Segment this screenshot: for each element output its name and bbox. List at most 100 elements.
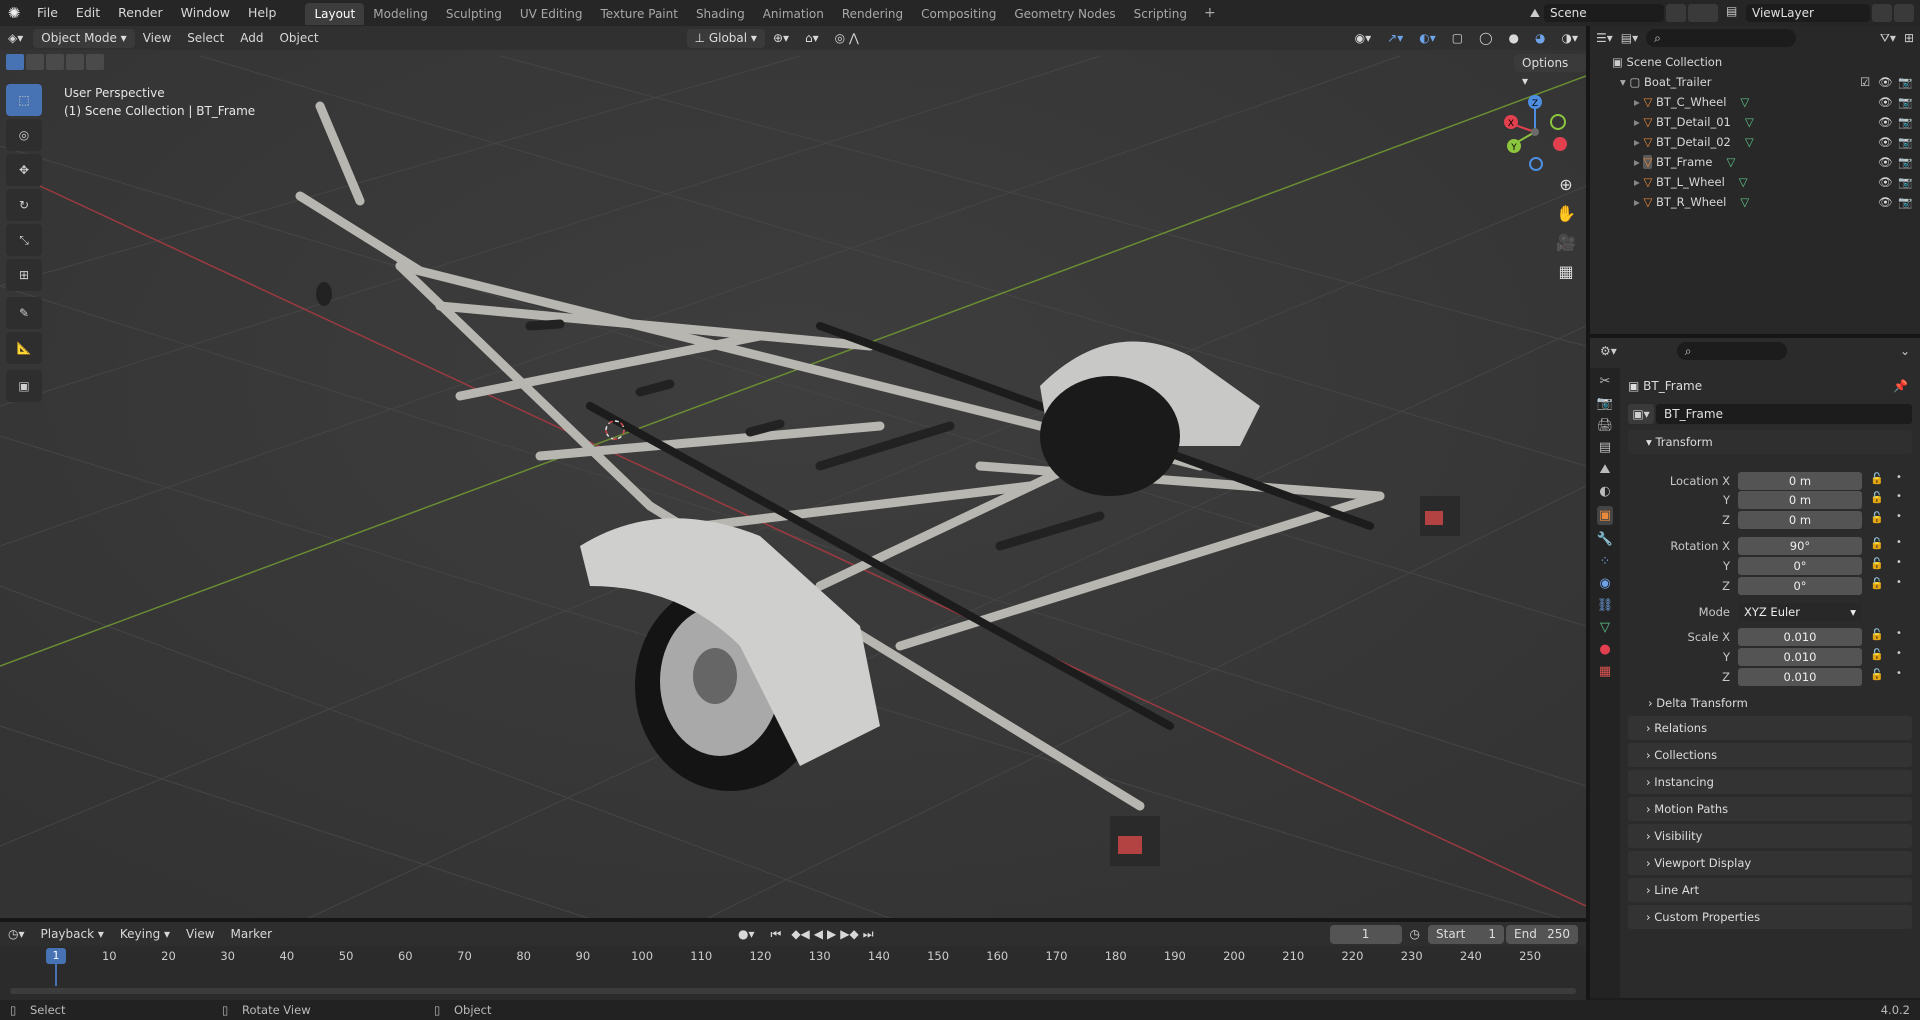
filter-icon[interactable]: ⛛▾ xyxy=(1880,31,1896,46)
render-camera-icon[interactable]: 📷 xyxy=(1898,92,1912,112)
collection-checkbox[interactable]: ☑ xyxy=(1860,72,1870,92)
timeline-editor-icon[interactable]: ◷▾ xyxy=(0,922,33,946)
output-tab-icon[interactable]: 🖨 xyxy=(1597,418,1614,433)
object-tab-icon[interactable]: ▣ xyxy=(1596,506,1614,525)
lock-icon[interactable]: 🔓 xyxy=(1870,648,1884,661)
new-scene-icon[interactable] xyxy=(1666,4,1686,22)
outliner-object-row[interactable]: ▸ ▽ BT_R_Wheel ▽ 👁 📷 xyxy=(1590,192,1920,212)
select-box-tool-icon[interactable]: ⬚ xyxy=(6,84,42,116)
play-icon[interactable]: ▶ xyxy=(825,922,838,946)
ortho-grid-icon[interactable]: ▦ xyxy=(1551,257,1581,286)
transform-tool-icon[interactable]: ⊞ xyxy=(6,259,42,291)
menu-select[interactable]: Select xyxy=(179,26,232,50)
measure-tool-icon[interactable]: 📐 xyxy=(6,332,42,364)
expand-icon[interactable]: ▸ xyxy=(1634,155,1640,169)
blender-logo-icon[interactable]: ✺ xyxy=(0,4,28,22)
visibility-eye-icon[interactable]: 👁 xyxy=(1878,192,1893,212)
keyframe-dot-icon[interactable]: • xyxy=(1896,472,1902,483)
tab-rendering[interactable]: Rendering xyxy=(833,3,912,25)
location-y-field[interactable]: 0 m xyxy=(1738,491,1862,509)
overlay-toggle-icon[interactable]: ◐▾ xyxy=(1411,26,1444,50)
panel-viewport-display[interactable]: › Viewport Display xyxy=(1628,851,1912,875)
scene-field[interactable]: Scene xyxy=(1544,4,1664,22)
tab-geometry-nodes[interactable]: Geometry Nodes xyxy=(1005,3,1124,25)
location-x-field[interactable]: 0 m xyxy=(1738,472,1862,490)
properties-search-input[interactable]: ⌕ xyxy=(1676,342,1787,360)
scene-tab-icon[interactable]: ⛰ xyxy=(1600,462,1611,477)
view-layer-icon[interactable]: ▤ xyxy=(1726,4,1746,22)
visibility-eye-icon[interactable]: 👁 xyxy=(1878,112,1893,132)
mode-dropdown[interactable]: Object Mode ▾ xyxy=(33,28,135,48)
prev-keyframe-icon[interactable]: ◆◀ xyxy=(789,922,811,946)
menu-view[interactable]: View xyxy=(135,26,179,50)
render-camera-icon[interactable]: 📷 xyxy=(1898,152,1912,172)
rotation-mode-dropdown[interactable]: XYZ Euler ▾ xyxy=(1738,603,1862,621)
3d-viewport[interactable]: ◈▾ Object Mode ▾ View Select Add Object … xyxy=(0,26,1586,922)
new-collection-icon[interactable]: ⊞ xyxy=(1904,31,1914,45)
visibility-eye-icon[interactable]: 👁 xyxy=(1878,132,1893,152)
scene-icon[interactable]: ⛰ xyxy=(1530,6,1540,21)
pan-hand-icon[interactable]: ✋ xyxy=(1551,199,1581,228)
panel-visibility[interactable]: › Visibility xyxy=(1628,824,1912,848)
render-tab-icon[interactable]: 📷 xyxy=(1597,396,1613,411)
tab-uv-editing[interactable]: UV Editing xyxy=(511,3,592,25)
render-camera-icon[interactable]: 📷 xyxy=(1898,172,1912,192)
modifier-tab-icon[interactable]: 🔧 xyxy=(1597,532,1613,547)
panel-line-art[interactable]: › Line Art xyxy=(1628,878,1912,902)
keyframe-dot-icon[interactable]: • xyxy=(1896,628,1902,639)
editor-type-icon[interactable]: ◈▾ xyxy=(0,26,31,50)
panel-instancing[interactable]: › Instancing xyxy=(1628,770,1912,794)
select-intersect-icon[interactable] xyxy=(86,54,104,70)
rotation-z-field[interactable]: 0° xyxy=(1738,577,1862,595)
transform-orientation-dropdown[interactable]: ⊥ Global ▾ xyxy=(686,28,765,48)
rotation-y-field[interactable]: 0° xyxy=(1738,557,1862,575)
keyframe-dot-icon[interactable]: • xyxy=(1896,668,1902,679)
world-tab-icon[interactable]: ◐ xyxy=(1599,484,1610,499)
play-reverse-icon[interactable]: ◀ xyxy=(812,922,825,946)
texture-tab-icon[interactable]: ▦ xyxy=(1599,664,1611,679)
view-layer-tab-icon[interactable]: ▤ xyxy=(1599,440,1611,455)
outliner-object-row[interactable]: ▸ ▽ BT_Detail_01 ▽ 👁 📷 xyxy=(1590,112,1920,132)
tab-shading[interactable]: Shading xyxy=(687,3,754,25)
gizmo-toggle-icon[interactable]: ↗▾ xyxy=(1379,26,1411,50)
scale-x-field[interactable]: 0.010 xyxy=(1738,628,1862,646)
outliner-object-row[interactable]: ▸ ▽ BT_C_Wheel ▽ 👁 📷 xyxy=(1590,92,1920,112)
visibility-eye-icon[interactable]: 👁 xyxy=(1878,152,1893,172)
current-frame-field[interactable]: 1 xyxy=(1329,924,1402,944)
lock-icon[interactable]: 🔓 xyxy=(1870,668,1884,681)
scale-y-field[interactable]: 0.010 xyxy=(1738,648,1862,666)
options-dropdown[interactable]: Options ▾ xyxy=(1514,54,1586,88)
view-layer-field[interactable]: ViewLayer xyxy=(1746,4,1870,22)
menu-playback[interactable]: Playback ▾ xyxy=(33,922,112,946)
data-tab-icon[interactable]: ▽ xyxy=(1600,620,1610,635)
tab-layout[interactable]: Layout xyxy=(305,3,365,25)
jump-end-icon[interactable]: ⏭ xyxy=(861,922,876,946)
outliner-search-input[interactable]: ⌕ xyxy=(1646,29,1797,47)
keyframe-dot-icon[interactable]: • xyxy=(1896,537,1902,548)
lock-icon[interactable]: 🔓 xyxy=(1870,628,1884,641)
outliner-collection-row[interactable]: ▾ ▢ Boat_Trailer ☑ 👁 📷 xyxy=(1590,72,1920,92)
panel-collections[interactable]: › Collections xyxy=(1628,743,1912,767)
playhead[interactable]: 1 xyxy=(46,948,66,964)
visibility-eye-icon[interactable]: 👁 xyxy=(1878,72,1893,92)
menu-marker[interactable]: Marker xyxy=(223,922,280,946)
pin-icon[interactable]: 📌 xyxy=(1893,376,1908,396)
lock-icon[interactable]: 🔓 xyxy=(1870,557,1884,570)
scale-z-field[interactable]: 0.010 xyxy=(1738,668,1862,686)
expand-icon[interactable]: ▾ xyxy=(1620,75,1626,89)
outliner-object-row[interactable]: ▸ ▽ BT_Detail_02 ▽ 👁 📷 xyxy=(1590,132,1920,152)
move-tool-icon[interactable]: ✥ xyxy=(6,154,42,186)
shading-wireframe-icon[interactable]: ◯ xyxy=(1471,26,1500,50)
transform-panel-header[interactable]: ▾ Transform xyxy=(1628,430,1912,454)
new-view-layer-icon[interactable] xyxy=(1872,4,1892,22)
camera-view-icon[interactable]: 🎥 xyxy=(1551,228,1581,257)
outliner-scene-collection[interactable]: ▣ Scene Collection xyxy=(1590,52,1920,72)
menu-file[interactable]: File xyxy=(28,0,67,26)
particles-tab-icon[interactable]: ⁘ xyxy=(1600,554,1611,569)
menu-add[interactable]: Add xyxy=(232,26,271,50)
lock-icon[interactable]: 🔓 xyxy=(1870,577,1884,590)
display-mode-icon[interactable]: ▤▾ xyxy=(1621,31,1638,45)
properties-editor-icon[interactable]: ⚙▾ xyxy=(1600,344,1617,358)
tab-texture-paint[interactable]: Texture Paint xyxy=(592,3,687,25)
visibility-icon[interactable]: ◉▾ xyxy=(1347,26,1380,50)
